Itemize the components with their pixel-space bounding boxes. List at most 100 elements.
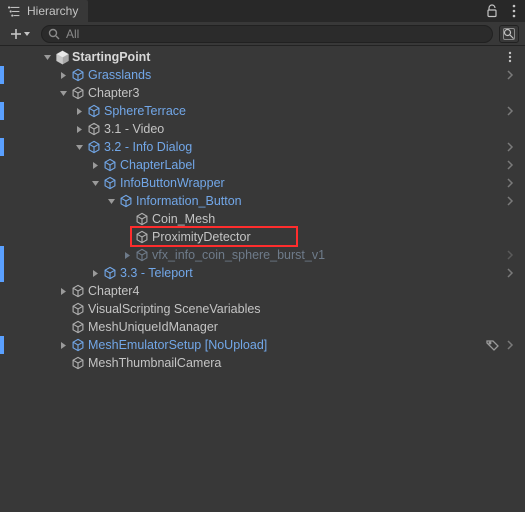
row-label: Chapter3 xyxy=(88,86,139,100)
override-bar xyxy=(0,264,4,282)
expand-toggle[interactable] xyxy=(72,104,86,118)
tree-row[interactable]: InfoButtonWrapper xyxy=(0,174,525,192)
gameobject-icon xyxy=(70,301,86,317)
expand-toggle[interactable] xyxy=(56,284,70,298)
override-bar xyxy=(0,138,4,156)
row-label: Grasslands xyxy=(88,68,151,82)
tree-row[interactable]: MeshUniqueIdManager xyxy=(0,318,525,336)
gameobject-icon xyxy=(70,355,86,371)
expand-toggle[interactable] xyxy=(88,158,102,172)
gameobject-icon xyxy=(70,283,86,299)
hierarchy-tree: StartingPoint Grasslands xyxy=(0,46,525,512)
row-label: ProximityDetector xyxy=(152,230,251,244)
override-bar xyxy=(0,246,4,264)
open-prefab-icon[interactable] xyxy=(503,70,517,80)
tab-label: Hierarchy xyxy=(27,4,78,18)
tree-row[interactable]: 3.1 - Video xyxy=(0,120,525,138)
row-label: SphereTerrace xyxy=(104,104,186,118)
hierarchy-toolbar xyxy=(0,22,525,46)
tree-row[interactable]: 3.3 - Teleport xyxy=(0,264,525,282)
tree-row[interactable]: Information_Button xyxy=(0,192,525,210)
override-bar xyxy=(0,66,4,84)
prefab-icon xyxy=(134,247,150,263)
plus-icon xyxy=(10,28,22,40)
panel-menu-icon[interactable] xyxy=(503,0,525,22)
open-prefab-icon[interactable] xyxy=(503,268,517,278)
row-label: StartingPoint xyxy=(72,50,150,64)
prefab-icon xyxy=(70,337,86,353)
open-prefab-icon[interactable] xyxy=(503,196,517,206)
tree-row[interactable]: Chapter4 xyxy=(0,282,525,300)
hierarchy-list-icon xyxy=(8,5,21,18)
prefab-icon xyxy=(86,103,102,119)
expand-toggle[interactable] xyxy=(88,266,102,280)
row-label: Chapter4 xyxy=(88,284,139,298)
expand-toggle[interactable] xyxy=(72,140,86,154)
prefab-icon xyxy=(102,157,118,173)
expand-toggle[interactable] xyxy=(72,122,86,136)
gameobject-icon xyxy=(70,85,86,101)
tree-row[interactable]: MeshEmulatorSetup [NoUpload] xyxy=(0,336,525,354)
tree-row-highlighted[interactable]: ProximityDetector xyxy=(0,228,525,246)
gameobject-icon xyxy=(70,319,86,335)
row-label: vfx_info_coin_sphere_burst_v1 xyxy=(152,248,325,262)
prefab-icon xyxy=(70,67,86,83)
prefab-icon xyxy=(86,139,102,155)
create-button[interactable] xyxy=(6,26,35,42)
open-prefab-icon[interactable] xyxy=(503,142,517,152)
tree-row[interactable]: ChapterLabel xyxy=(0,156,525,174)
scene-icon xyxy=(54,49,70,65)
tab-bar: Hierarchy xyxy=(0,0,525,22)
scene-menu-icon[interactable] xyxy=(503,51,517,63)
row-label: MeshUniqueIdManager xyxy=(88,320,218,334)
expand-toggle[interactable] xyxy=(56,86,70,100)
search-field[interactable] xyxy=(41,25,493,43)
override-bar xyxy=(0,336,4,354)
expand-toggle[interactable] xyxy=(88,176,102,190)
tree-row[interactable]: vfx_info_coin_sphere_burst_v1 xyxy=(0,246,525,264)
tree-row[interactable]: Chapter3 xyxy=(0,84,525,102)
expand-toggle[interactable] xyxy=(56,338,70,352)
tree-row[interactable]: 3.2 - Info Dialog xyxy=(0,138,525,156)
search-mode-button[interactable] xyxy=(499,25,519,43)
expand-toggle[interactable] xyxy=(40,50,54,64)
prefab-icon xyxy=(102,265,118,281)
row-label: 3.1 - Video xyxy=(104,122,164,136)
lock-icon[interactable] xyxy=(481,0,503,22)
search-icon xyxy=(48,28,60,40)
scene-filter-icon xyxy=(503,28,515,40)
row-label: InfoButtonWrapper xyxy=(120,176,225,190)
tree-row[interactable]: SphereTerrace xyxy=(0,102,525,120)
tag-icon xyxy=(485,339,501,351)
row-label: Coin_Mesh xyxy=(152,212,215,226)
row-label: ChapterLabel xyxy=(120,158,195,172)
expand-toggle[interactable] xyxy=(56,68,70,82)
override-bar xyxy=(0,102,4,120)
tree-row[interactable]: Grasslands xyxy=(0,66,525,84)
expand-toggle[interactable] xyxy=(104,194,118,208)
row-label: 3.2 - Info Dialog xyxy=(104,140,192,154)
tree-row-scene-root[interactable]: StartingPoint xyxy=(0,48,525,66)
open-prefab-icon[interactable] xyxy=(503,250,517,260)
tree-row[interactable]: VisualScripting SceneVariables xyxy=(0,300,525,318)
row-label: VisualScripting SceneVariables xyxy=(88,302,261,316)
dropdown-caret-icon xyxy=(23,30,31,38)
hierarchy-tab[interactable]: Hierarchy xyxy=(0,0,88,22)
prefab-icon xyxy=(118,193,134,209)
open-prefab-icon[interactable] xyxy=(503,106,517,116)
open-prefab-icon[interactable] xyxy=(503,178,517,188)
row-label: 3.3 - Teleport xyxy=(120,266,193,280)
prefab-icon xyxy=(102,175,118,191)
open-prefab-icon[interactable] xyxy=(503,340,517,350)
tree-row[interactable]: MeshThumbnailCamera xyxy=(0,354,525,372)
expand-toggle[interactable] xyxy=(120,248,134,262)
gameobject-icon xyxy=(134,229,150,245)
tree-row[interactable]: Coin_Mesh xyxy=(0,210,525,228)
row-label: MeshEmulatorSetup [NoUpload] xyxy=(88,338,267,352)
search-input[interactable] xyxy=(66,27,486,41)
row-label: Information_Button xyxy=(136,194,242,208)
row-label: MeshThumbnailCamera xyxy=(88,356,221,370)
gameobject-icon xyxy=(86,121,102,137)
gameobject-icon xyxy=(134,211,150,227)
open-prefab-icon[interactable] xyxy=(503,160,517,170)
